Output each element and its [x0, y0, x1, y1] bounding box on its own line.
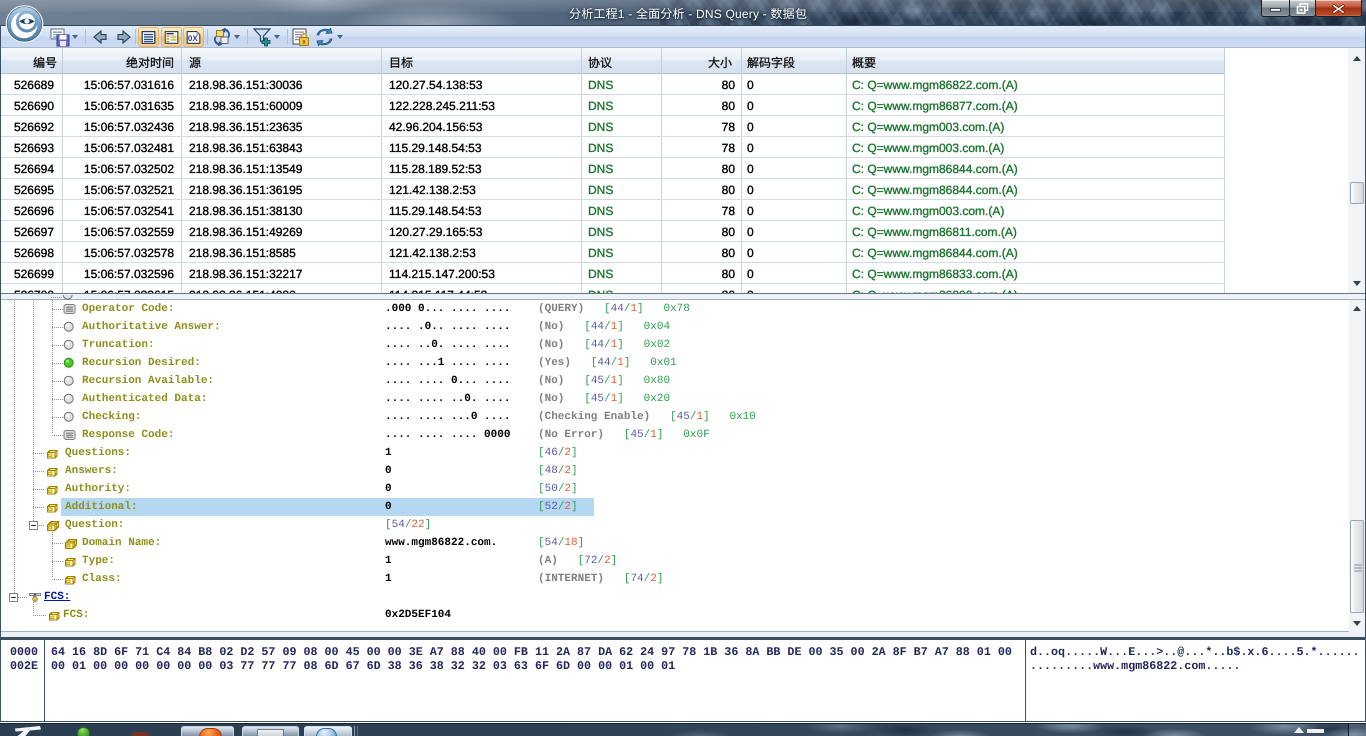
svg-text:0X: 0X — [188, 34, 198, 43]
